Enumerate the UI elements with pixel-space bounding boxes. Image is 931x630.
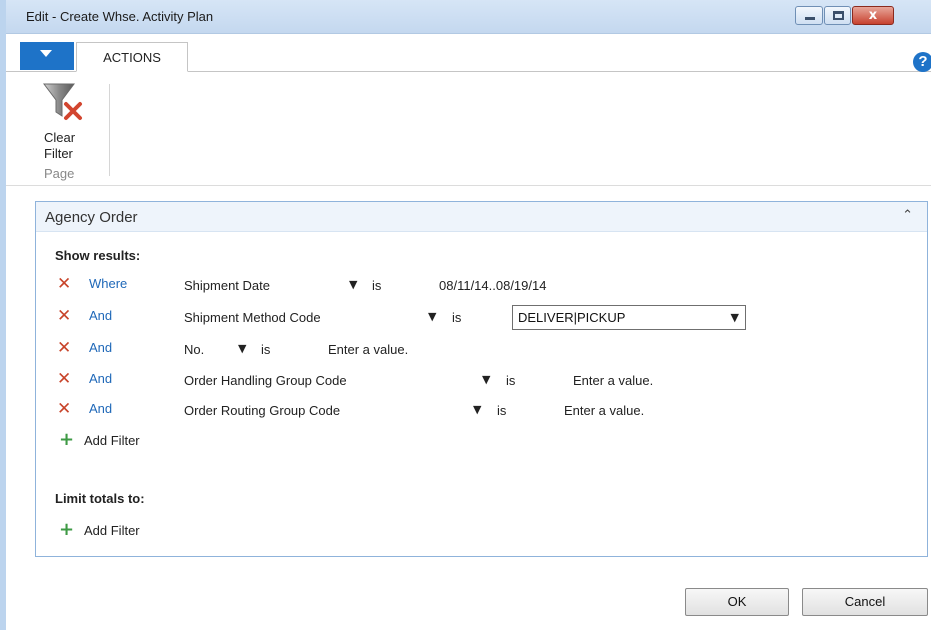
filter-row: ✕ And Order Routing Group Code ▼ is Ente…	[36, 399, 927, 423]
filter-operator: is	[506, 373, 516, 388]
add-limit-filter-link[interactable]: Add Filter	[84, 523, 140, 538]
close-button[interactable]: x	[852, 6, 894, 25]
add-filter-row[interactable]: + Add Filter	[36, 430, 927, 454]
filter-value-placeholder[interactable]: Enter a value.	[328, 342, 408, 357]
filter-field[interactable]: No.	[184, 342, 204, 357]
filter-field[interactable]: Order Routing Group Code	[184, 403, 340, 418]
clear-filter-button[interactable]: Clear Filter	[32, 78, 94, 164]
filter-value-placeholder[interactable]: Enter a value.	[573, 373, 653, 388]
window-title: Edit - Create Whse. Activity Plan	[26, 9, 214, 24]
filter-row: ✕ And Shipment Method Code ▼ is DELIVER|…	[36, 305, 927, 330]
cancel-button[interactable]: Cancel	[802, 588, 928, 616]
limit-totals-label: Limit totals to:	[55, 491, 145, 506]
caret-down-icon[interactable]: ▼	[238, 342, 246, 355]
filter-conjunction[interactable]: And	[89, 308, 112, 323]
add-limit-filter-row[interactable]: + Add Filter	[36, 520, 927, 544]
filter-operator: is	[372, 278, 382, 293]
panel-title: Agency Order	[45, 209, 138, 226]
filter-conjunction[interactable]: And	[89, 401, 112, 416]
clear-filter-icon	[43, 83, 82, 120]
ribbon: Clear Filter Page	[6, 72, 931, 186]
add-filter-link[interactable]: Add Filter	[84, 433, 140, 448]
remove-filter-icon[interactable]: ✕	[57, 338, 71, 358]
caret-down-icon[interactable]: ▼	[482, 373, 490, 386]
filter-value-placeholder[interactable]: Enter a value.	[564, 403, 644, 418]
remove-filter-icon[interactable]: ✕	[57, 306, 71, 326]
caret-down-icon[interactable]: ▼	[349, 278, 357, 291]
filter-value-input[interactable]: DELIVER|PICKUP ▼	[512, 305, 746, 330]
minimize-button[interactable]	[795, 6, 823, 25]
minimize-icon	[805, 17, 815, 20]
maximize-button[interactable]	[824, 6, 851, 25]
maximize-icon	[833, 11, 844, 20]
add-filter-icon[interactable]: +	[59, 520, 74, 540]
close-icon: x	[868, 8, 878, 23]
clear-filter-label: Clear Filter	[44, 130, 76, 161]
application-menu-button[interactable]	[20, 42, 74, 70]
filter-field[interactable]: Shipment Date	[184, 278, 270, 293]
caret-down-icon[interactable]: ▼	[473, 403, 481, 416]
filter-conjunction[interactable]: And	[89, 371, 112, 386]
ok-button[interactable]: OK	[685, 588, 789, 616]
filter-row: ✕ Where Shipment Date ▼ is 08/11/14..08/…	[36, 274, 927, 298]
filter-operator: is	[452, 310, 462, 325]
ribbon-group-label: Page	[44, 166, 75, 181]
ribbon-tab-row: ACTIONS	[6, 42, 931, 72]
remove-filter-icon[interactable]: ✕	[57, 274, 71, 294]
title-bar: Edit - Create Whse. Activity Plan x	[6, 0, 931, 34]
filter-panel: Agency Order ⌃ Show results: ✕ Where Shi…	[35, 201, 928, 557]
filter-operator: is	[261, 342, 271, 357]
filter-row: ✕ And No. ▼ is Enter a value.	[36, 338, 927, 362]
remove-filter-icon[interactable]: ✕	[57, 399, 71, 419]
help-icon[interactable]: ?	[913, 52, 931, 72]
filter-conjunction[interactable]: Where	[89, 276, 127, 291]
show-results-label: Show results:	[55, 248, 141, 263]
filter-value[interactable]: 08/11/14..08/19/14	[439, 278, 546, 293]
add-filter-icon[interactable]: +	[59, 430, 74, 450]
ribbon-divider	[109, 84, 110, 176]
filter-operator: is	[497, 403, 507, 418]
chevron-up-icon[interactable]: ⌃	[902, 208, 913, 223]
panel-header[interactable]: Agency Order ⌃	[36, 202, 927, 232]
dialog-window: Edit - Create Whse. Activity Plan x ACTI…	[0, 0, 931, 630]
remove-filter-icon[interactable]: ✕	[57, 369, 71, 389]
caret-down-icon[interactable]: ▼	[428, 310, 436, 323]
filter-conjunction[interactable]: And	[89, 340, 112, 355]
caret-down-icon	[40, 50, 52, 57]
tab-actions[interactable]: ACTIONS	[76, 42, 188, 72]
filter-value-text: DELIVER|PICKUP	[518, 310, 626, 325]
dropdown-arrow-icon[interactable]: ▼	[731, 311, 739, 324]
filter-field[interactable]: Order Handling Group Code	[184, 373, 347, 388]
filter-field[interactable]: Shipment Method Code	[184, 310, 321, 325]
filter-row: ✕ And Order Handling Group Code ▼ is Ent…	[36, 369, 927, 393]
